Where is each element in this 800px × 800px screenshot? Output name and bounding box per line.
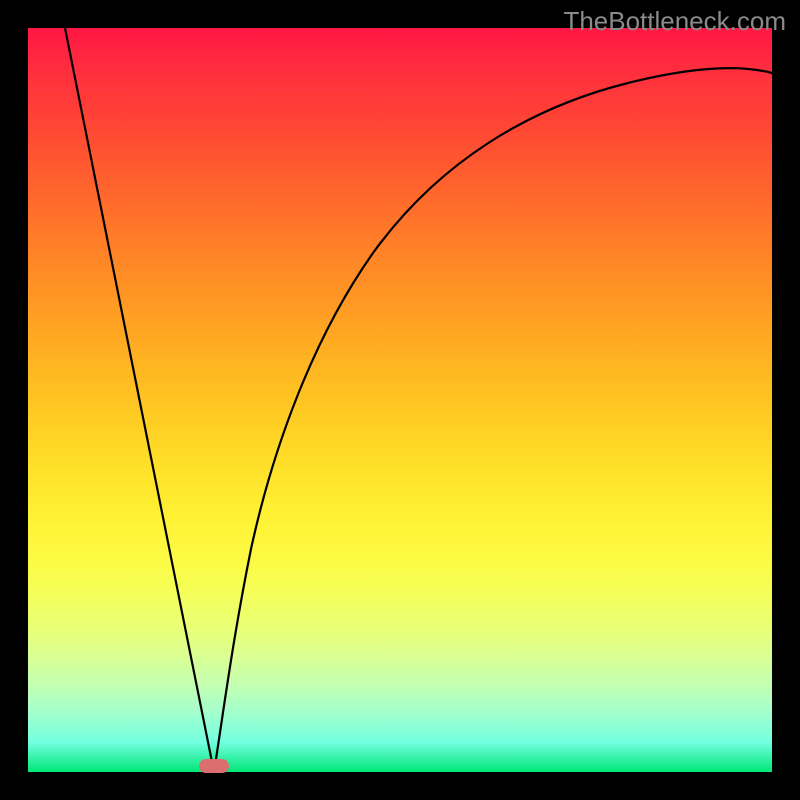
bottleneck-curve: [28, 28, 772, 772]
plot-area: [28, 28, 772, 772]
watermark-label: TheBottleneck.com: [563, 6, 786, 37]
optimal-marker: [199, 759, 229, 773]
curve-left-branch: [65, 28, 214, 772]
curve-right-branch: [214, 68, 772, 772]
chart-frame: TheBottleneck.com: [0, 0, 800, 800]
